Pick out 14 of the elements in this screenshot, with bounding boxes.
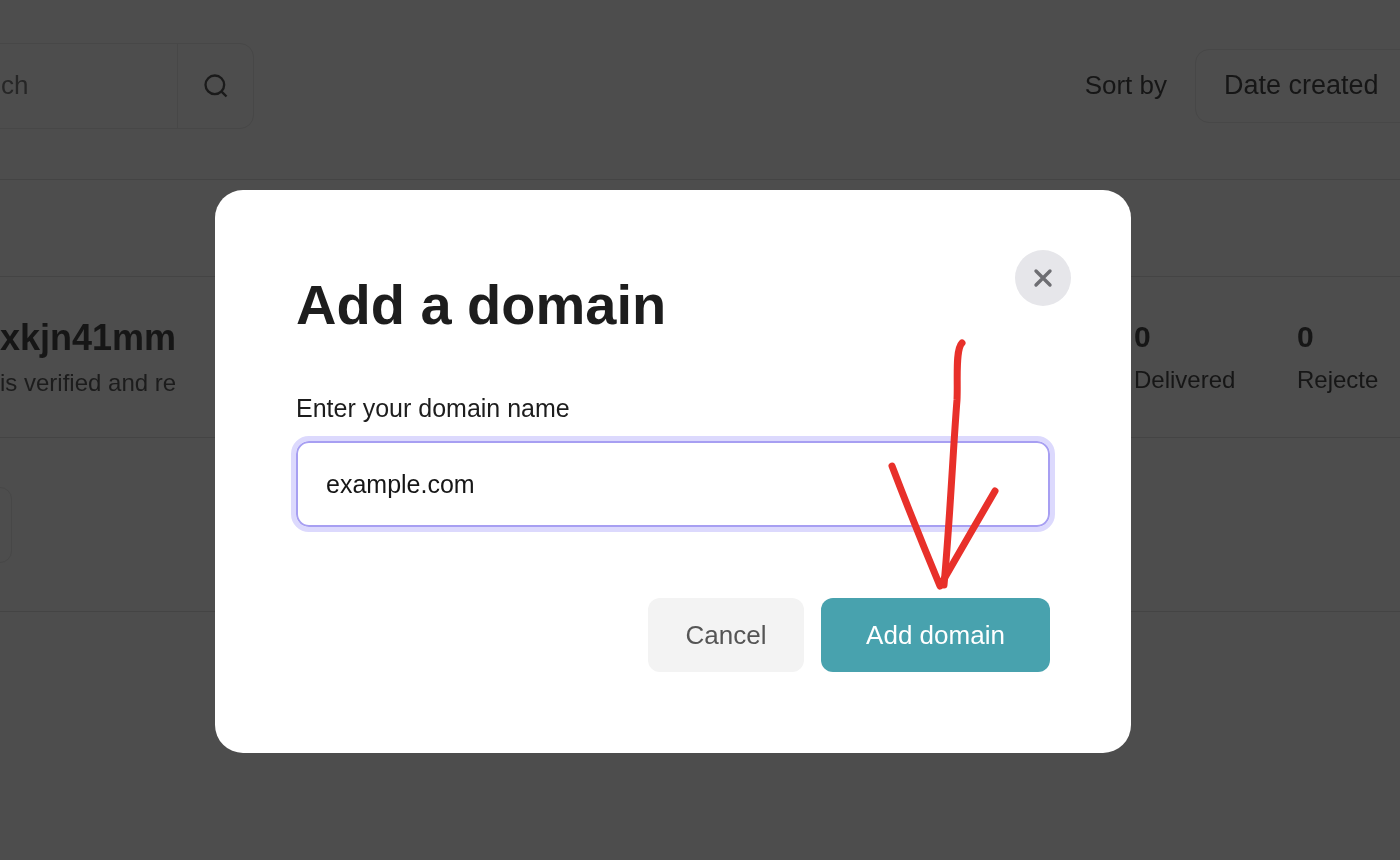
domain-name: xkjn41mm	[0, 317, 178, 359]
sort-label: Sort by	[1084, 70, 1167, 101]
domain-input[interactable]: example.com	[291, 436, 1055, 532]
close-icon	[1033, 268, 1053, 288]
cancel-button[interactable]: Cancel	[648, 598, 804, 672]
stat-value: 0	[1297, 320, 1315, 354]
stat-label: Rejecte	[1297, 366, 1380, 394]
field-label: Enter your domain name	[296, 394, 571, 423]
close-button[interactable]	[1015, 250, 1071, 306]
search-icon	[201, 71, 230, 100]
search-button[interactable]	[177, 42, 254, 129]
dialog-title: Add a domain	[296, 274, 667, 336]
stat-label: Delivered	[1134, 366, 1237, 394]
stat-value: 0	[1134, 320, 1152, 354]
